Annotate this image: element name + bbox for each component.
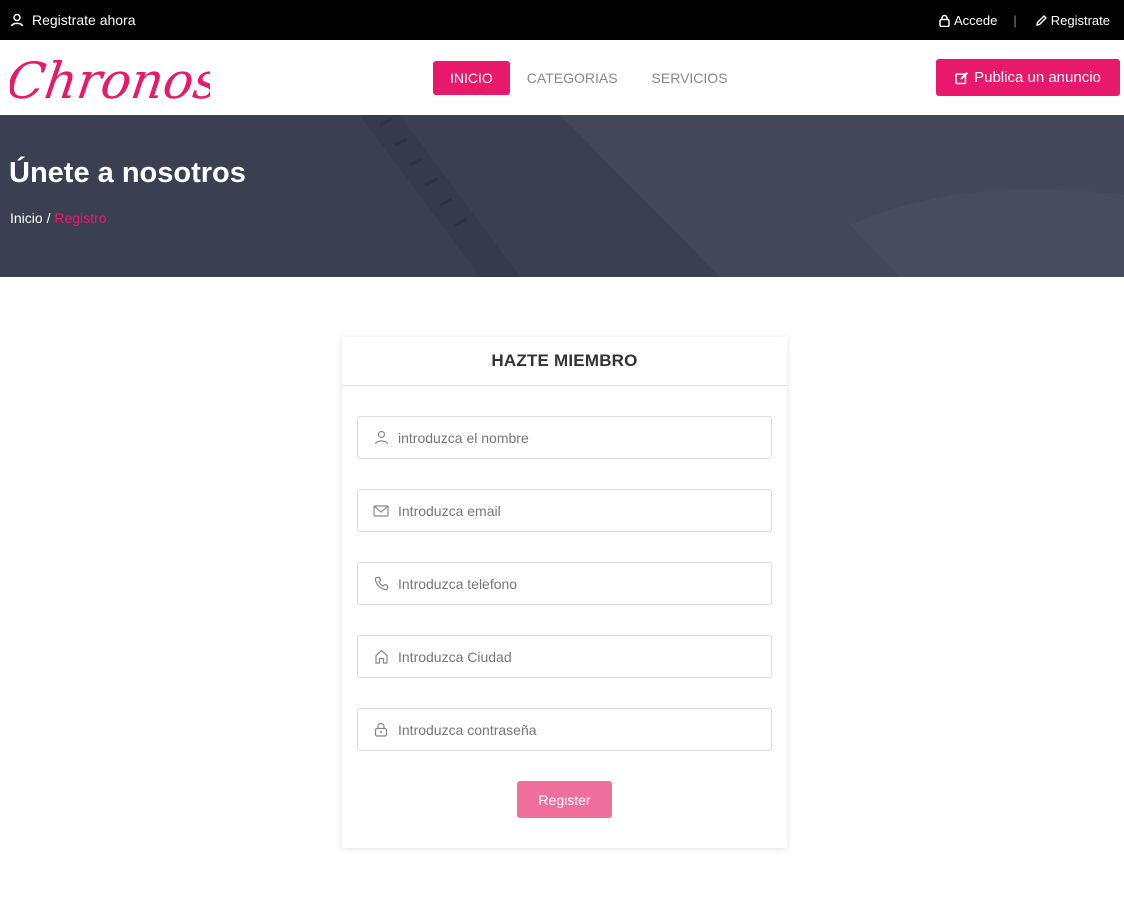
envelope-icon [373, 503, 389, 519]
top-bar: Registrate ahora Accede | Registrate [0, 0, 1124, 40]
phone-icon [373, 576, 389, 592]
login-link[interactable]: Accede [938, 13, 997, 28]
pencil-icon [1035, 14, 1047, 26]
email-field[interactable] [357, 489, 772, 532]
password-input[interactable] [398, 721, 738, 738]
separator: | [1013, 12, 1017, 28]
password-field[interactable] [357, 708, 772, 751]
chronos-logo[interactable]: Chronos [3, 46, 224, 112]
publish-ad-button[interactable]: Publica un anuncio [936, 59, 1120, 96]
lock-icon [373, 722, 389, 738]
city-field[interactable] [357, 635, 772, 678]
register-label: Registrate [1050, 12, 1110, 28]
register-card-title: HAZTE MIEMBRO [342, 337, 787, 386]
page-hero: Únete a nosotros Inicio / Registro [0, 115, 1124, 277]
nav-item-inicio[interactable]: INICIO [433, 61, 510, 95]
svg-text:Chronos: Chronos [10, 51, 210, 110]
register-link[interactable]: Registrate [1035, 13, 1110, 28]
breadcrumb: Inicio / Registro [10, 210, 107, 226]
name-field[interactable] [357, 416, 772, 459]
register-button[interactable]: Register [517, 781, 612, 818]
breadcrumb-separator: / [46, 210, 51, 226]
user-icon [10, 13, 24, 27]
main-nav: INICIO CATEGORIAS SERVICIOS [433, 61, 745, 95]
email-input[interactable] [398, 502, 738, 519]
main-navbar: Chronos INICIO CATEGORIAS SERVICIOS Publ… [0, 40, 1124, 115]
breadcrumb-home[interactable]: Inicio [10, 210, 43, 226]
register-now-link[interactable]: Registrate ahora [10, 0, 136, 40]
breadcrumb-current: Registro [54, 210, 107, 226]
nav-item-servicios[interactable]: SERVICIOS [635, 61, 745, 95]
hero-background [360, 115, 1124, 277]
home-icon [373, 649, 389, 665]
register-card: HAZTE MIEMBRO Register [342, 337, 787, 848]
login-label: Accede [953, 12, 998, 28]
name-input[interactable] [398, 429, 738, 446]
publish-ad-label: Publica un anuncio [974, 69, 1101, 86]
user-icon [373, 430, 389, 446]
phone-input[interactable] [398, 575, 738, 592]
phone-field[interactable] [357, 562, 772, 605]
city-input[interactable] [398, 648, 738, 665]
nav-item-categorias[interactable]: CATEGORIAS [510, 61, 635, 95]
edit-icon [955, 71, 969, 84]
lock-icon [939, 14, 950, 27]
page-title: Únete a nosotros [9, 157, 246, 189]
register-now-label: Registrate ahora [32, 12, 136, 28]
